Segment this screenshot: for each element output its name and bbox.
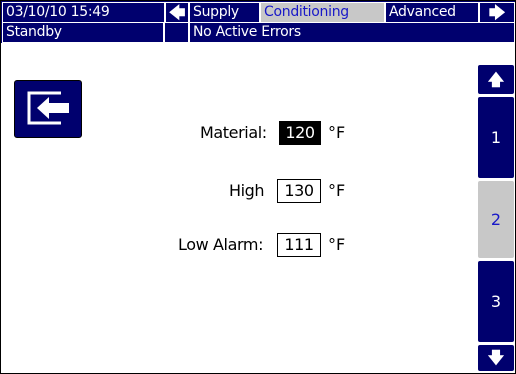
status-mode: Standby xyxy=(2,22,164,43)
material-unit: °F xyxy=(328,123,346,142)
status-spacer xyxy=(164,22,189,43)
high-label: High xyxy=(229,181,265,200)
arrow-down-icon: 🡇 xyxy=(487,348,505,367)
page-up-button[interactable]: 🡅 xyxy=(477,64,515,95)
page-button-3[interactable]: 3 xyxy=(477,260,515,343)
page-down-button[interactable]: 🡇 xyxy=(477,344,515,372)
datetime-display: 03/10/10 15:49 xyxy=(2,2,165,23)
page-button-2[interactable]: 2 xyxy=(477,180,515,259)
display-screen: 03/10/10 15:49 🡄 Supply Conditioning Adv… xyxy=(0,0,516,374)
exit-screen-icon xyxy=(27,91,69,125)
material-value-field[interactable]: 120 xyxy=(279,121,321,145)
page-sidebar: 🡅 1 2 3 🡇 xyxy=(477,64,515,372)
tab-conditioning[interactable]: Conditioning xyxy=(260,2,385,23)
arrow-left-icon: 🡄 xyxy=(168,3,186,22)
high-unit: °F xyxy=(328,181,346,200)
status-errors: No Active Errors xyxy=(189,22,515,43)
low-alarm-label: Low Alarm: xyxy=(178,235,264,254)
page-button-1[interactable]: 1 xyxy=(477,96,515,179)
next-tab-button[interactable]: 🡆 xyxy=(479,2,515,23)
arrow-up-icon: 🡅 xyxy=(487,70,505,89)
material-label: Material: xyxy=(200,123,267,142)
high-value-field[interactable]: 130 xyxy=(277,179,321,203)
arrow-right-icon: 🡆 xyxy=(488,3,506,22)
exit-button[interactable] xyxy=(14,80,82,138)
low-alarm-value-field[interactable]: 111 xyxy=(277,233,321,257)
low-alarm-unit: °F xyxy=(328,235,346,254)
tab-supply[interactable]: Supply xyxy=(189,2,260,23)
tab-advanced[interactable]: Advanced xyxy=(385,2,479,23)
prev-tab-button[interactable]: 🡄 xyxy=(165,2,189,23)
